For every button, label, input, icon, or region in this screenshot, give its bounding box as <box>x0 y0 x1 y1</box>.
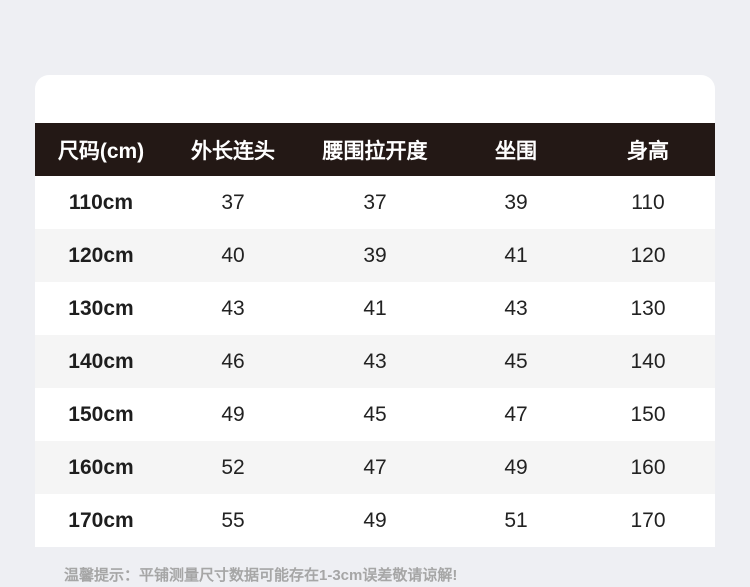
cell-length: 52 <box>221 455 245 479</box>
cell-height: 170 <box>630 508 666 532</box>
cell-waist-stretch: 39 <box>363 243 387 267</box>
table-row: 130cm 43 41 43 130 <box>35 282 715 335</box>
cell-size: 170cm <box>68 508 134 532</box>
cell-waist-stretch: 41 <box>363 296 387 320</box>
measurement-note: 温馨提示：平铺测量尺寸数据可能存在1-3cm误差敬请谅解! <box>64 567 458 584</box>
header-height: 身高 <box>627 139 669 163</box>
cell-size: 120cm <box>68 243 134 267</box>
cell-waist-stretch: 47 <box>363 455 387 479</box>
cell-waist-stretch: 49 <box>363 508 387 532</box>
cell-hip: 47 <box>504 402 528 426</box>
cell-size: 130cm <box>68 296 134 320</box>
cell-length: 55 <box>221 508 245 532</box>
cell-hip: 45 <box>504 349 528 373</box>
header-length: 外长连头 <box>191 139 275 163</box>
table-row: 160cm 52 47 49 160 <box>35 441 715 494</box>
cell-size: 140cm <box>68 349 134 373</box>
cell-hip: 51 <box>504 508 528 532</box>
cell-hip: 41 <box>504 243 528 267</box>
cell-waist-stretch: 37 <box>363 190 387 214</box>
cell-size: 110cm <box>68 190 134 214</box>
cell-length: 49 <box>221 402 245 426</box>
table-row: 110cm 37 37 39 110 <box>35 176 715 229</box>
cell-size: 150cm <box>68 402 134 426</box>
header-hip: 坐围 <box>495 139 537 163</box>
cell-length: 43 <box>221 296 245 320</box>
size-chart-card: 尺码(cm) 外长连头 腰围拉开度 坐围 身高 110cm 37 37 39 1… <box>35 75 715 547</box>
table-row: 120cm 40 39 41 120 <box>35 229 715 282</box>
table-row: 170cm 55 49 51 170 <box>35 494 715 547</box>
cell-length: 40 <box>221 243 245 267</box>
header-size: 尺码(cm) <box>57 139 145 163</box>
cell-waist-stretch: 43 <box>363 349 387 373</box>
table-row: 140cm 46 43 45 140 <box>35 335 715 388</box>
cell-length: 46 <box>221 349 245 373</box>
cell-height: 150 <box>630 402 666 426</box>
cell-waist-stretch: 45 <box>363 402 387 426</box>
cell-height: 130 <box>630 296 666 320</box>
cell-height: 160 <box>630 455 666 479</box>
table-row: 150cm 49 45 47 150 <box>35 388 715 441</box>
cell-height: 120 <box>630 243 666 267</box>
cell-height: 140 <box>630 349 666 373</box>
cell-length: 37 <box>221 190 245 214</box>
size-table-body: 110cm 37 37 39 110 120cm 40 39 41 120 13… <box>35 176 715 547</box>
cell-hip: 43 <box>504 296 528 320</box>
cell-hip: 49 <box>504 455 528 479</box>
header-waist-stretch: 腰围拉开度 <box>322 139 428 163</box>
cell-height: 110 <box>631 190 665 214</box>
cell-size: 160cm <box>68 455 134 479</box>
size-table-header: 尺码(cm) 外长连头 腰围拉开度 坐围 身高 <box>35 123 715 176</box>
cell-hip: 39 <box>504 190 528 214</box>
